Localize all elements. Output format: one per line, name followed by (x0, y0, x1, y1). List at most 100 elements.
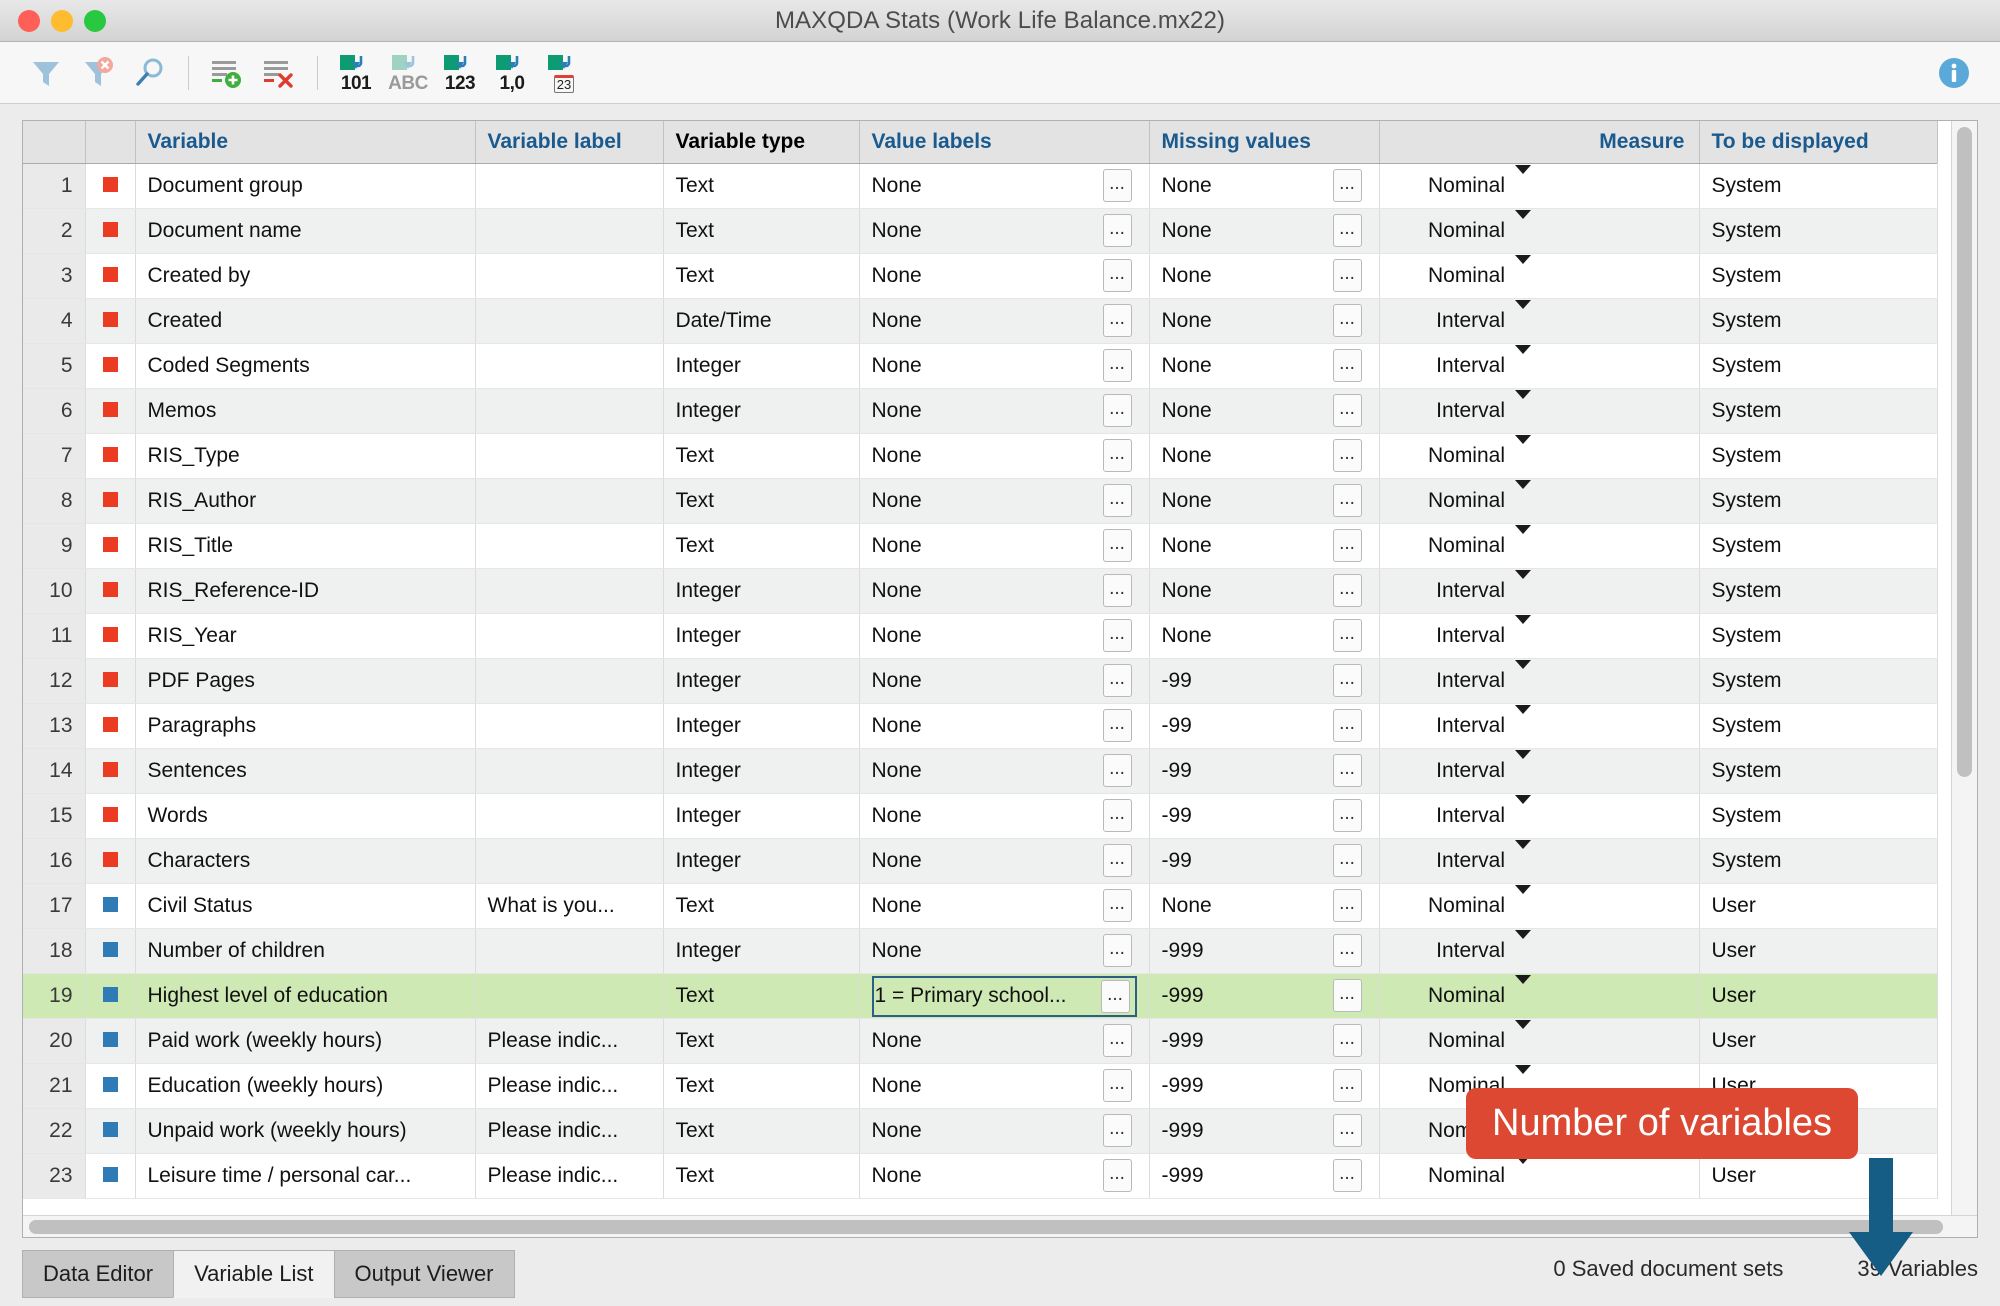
header-measure[interactable]: Measure (1379, 121, 1699, 163)
measure-cell[interactable]: Nominal (1379, 433, 1509, 478)
table-row[interactable]: 2Document nameTextNone...None...NominalS… (23, 208, 1937, 253)
table-row[interactable]: 8RIS_AuthorTextNone...None...NominalSyst… (23, 478, 1937, 523)
horizontal-scrollbar[interactable] (23, 1215, 1977, 1237)
header-variable[interactable]: Variable (135, 121, 475, 163)
header-missing-values[interactable]: Missing values (1149, 121, 1379, 163)
missing-values-ellipsis-button[interactable]: ... (1333, 844, 1362, 877)
variable-name-cell[interactable]: Created by (135, 253, 475, 298)
measure-cell[interactable]: Interval (1379, 748, 1509, 793)
measure-dropdown-cell[interactable] (1509, 568, 1699, 613)
missing-values-ellipsis-button[interactable]: ... (1333, 799, 1362, 832)
value-labels-cell[interactable]: None... (859, 1108, 1149, 1153)
source-cell[interactable]: System (1699, 793, 1937, 838)
missing-values-cell[interactable]: None... (1149, 343, 1379, 388)
measure-dropdown-cell[interactable] (1509, 658, 1699, 703)
header-to-be-displayed[interactable]: To be displayed (1699, 121, 1937, 163)
variable-name-cell[interactable]: Document group (135, 163, 475, 208)
convert-to-date-icon[interactable]: 23 (538, 48, 590, 98)
missing-values-ellipsis-button[interactable]: ... (1333, 664, 1362, 697)
vertical-scrollbar-thumb[interactable] (1957, 127, 1972, 777)
chevron-down-icon[interactable] (1515, 1020, 1531, 1052)
chevron-down-icon[interactable] (1515, 480, 1531, 512)
variable-type-cell[interactable]: Text (663, 973, 859, 1018)
value-labels-ellipsis-button[interactable]: ... (1103, 1024, 1132, 1057)
value-labels-ellipsis-button[interactable]: ... (1103, 349, 1132, 382)
measure-dropdown-cell[interactable] (1509, 703, 1699, 748)
delete-variable-icon[interactable] (253, 48, 305, 98)
missing-values-ellipsis-button[interactable]: ... (1333, 349, 1362, 382)
source-cell[interactable]: System (1699, 253, 1937, 298)
tab-variable-list[interactable]: Variable List (173, 1250, 334, 1298)
variable-name-cell[interactable]: PDF Pages (135, 658, 475, 703)
table-row[interactable]: 13ParagraphsIntegerNone...-99...Interval… (23, 703, 1937, 748)
variable-name-cell[interactable]: Highest level of education (135, 973, 475, 1018)
convert-to-decimal-icon[interactable]: 1,0 (486, 48, 538, 98)
tab-data-editor[interactable]: Data Editor (22, 1250, 174, 1298)
value-labels-ellipsis-button[interactable]: ... (1103, 484, 1132, 517)
missing-values-cell[interactable]: None... (1149, 298, 1379, 343)
value-labels-ellipsis-button[interactable]: ... (1103, 619, 1132, 652)
variable-label-cell[interactable] (475, 478, 663, 523)
variable-label-cell[interactable] (475, 793, 663, 838)
measure-dropdown-cell[interactable] (1509, 388, 1699, 433)
variable-label-cell[interactable]: Please indic... (475, 1063, 663, 1108)
value-labels-cell[interactable]: None... (859, 1018, 1149, 1063)
measure-cell[interactable]: Interval (1379, 613, 1509, 658)
table-row[interactable]: 9RIS_TitleTextNone...None...NominalSyste… (23, 523, 1937, 568)
header-value-labels[interactable]: Value labels (859, 121, 1149, 163)
missing-values-cell[interactable]: -999... (1149, 1063, 1379, 1108)
missing-values-ellipsis-button[interactable]: ... (1333, 439, 1362, 472)
source-cell[interactable]: System (1699, 658, 1937, 703)
chevron-down-icon[interactable] (1515, 750, 1531, 782)
measure-dropdown-cell[interactable] (1509, 478, 1699, 523)
table-row[interactable]: 12PDF PagesIntegerNone...-99...IntervalS… (23, 658, 1937, 703)
variable-label-cell[interactable] (475, 253, 663, 298)
value-labels-ellipsis-button[interactable]: ... (1103, 394, 1132, 427)
source-cell[interactable]: System (1699, 388, 1937, 433)
variable-label-cell[interactable] (475, 163, 663, 208)
variable-type-cell[interactable]: Integer (663, 928, 859, 973)
missing-values-cell[interactable]: None... (1149, 478, 1379, 523)
convert-to-boolean-icon[interactable]: 101 (330, 48, 382, 98)
value-labels-ellipsis-button[interactable]: ... (1103, 304, 1132, 337)
measure-cell[interactable]: Nominal (1379, 883, 1509, 928)
measure-dropdown-cell[interactable] (1509, 793, 1699, 838)
variable-type-cell[interactable]: Date/Time (663, 298, 859, 343)
convert-to-integer-icon[interactable]: 123 (434, 48, 486, 98)
variable-label-cell[interactable] (475, 703, 663, 748)
table-row[interactable]: 18Number of childrenIntegerNone...-999..… (23, 928, 1937, 973)
variable-name-cell[interactable]: Unpaid work (weekly hours) (135, 1108, 475, 1153)
table-row[interactable]: 15WordsIntegerNone...-99...IntervalSyste… (23, 793, 1937, 838)
measure-cell[interactable]: Interval (1379, 568, 1509, 613)
value-labels-cell[interactable]: None... (859, 298, 1149, 343)
measure-cell[interactable]: Interval (1379, 838, 1509, 883)
variable-type-cell[interactable]: Integer (663, 703, 859, 748)
variable-name-cell[interactable]: Paragraphs (135, 703, 475, 748)
missing-values-cell[interactable]: -99... (1149, 838, 1379, 883)
missing-values-cell[interactable]: None... (1149, 208, 1379, 253)
value-labels-selected-cell[interactable]: 1 = Primary school...... (872, 976, 1137, 1017)
chevron-down-icon[interactable] (1515, 930, 1531, 962)
value-labels-ellipsis-button[interactable]: ... (1103, 259, 1132, 292)
table-row[interactable]: 7RIS_TypeTextNone...None...NominalSystem (23, 433, 1937, 478)
value-labels-cell[interactable]: None... (859, 748, 1149, 793)
missing-values-ellipsis-button[interactable]: ... (1333, 304, 1362, 337)
variable-label-cell[interactable] (475, 298, 663, 343)
missing-values-ellipsis-button[interactable]: ... (1333, 259, 1362, 292)
measure-cell[interactable]: Interval (1379, 658, 1509, 703)
measure-dropdown-cell[interactable] (1509, 433, 1699, 478)
value-labels-ellipsis-button[interactable]: ... (1103, 574, 1132, 607)
measure-cell[interactable]: Interval (1379, 793, 1509, 838)
chevron-down-icon[interactable] (1515, 165, 1531, 197)
missing-values-cell[interactable]: -99... (1149, 658, 1379, 703)
missing-values-cell[interactable]: -99... (1149, 703, 1379, 748)
missing-values-ellipsis-button[interactable]: ... (1333, 1114, 1362, 1147)
value-labels-ellipsis-button[interactable]: ... (1103, 889, 1132, 922)
chevron-down-icon[interactable] (1515, 570, 1531, 602)
variable-type-cell[interactable]: Integer (663, 613, 859, 658)
tab-output-viewer[interactable]: Output Viewer (334, 1250, 515, 1298)
table-row[interactable]: 10RIS_Reference-IDIntegerNone...None...I… (23, 568, 1937, 613)
variable-name-cell[interactable]: RIS_Author (135, 478, 475, 523)
missing-values-ellipsis-button[interactable]: ... (1333, 709, 1362, 742)
missing-values-cell[interactable]: None... (1149, 613, 1379, 658)
